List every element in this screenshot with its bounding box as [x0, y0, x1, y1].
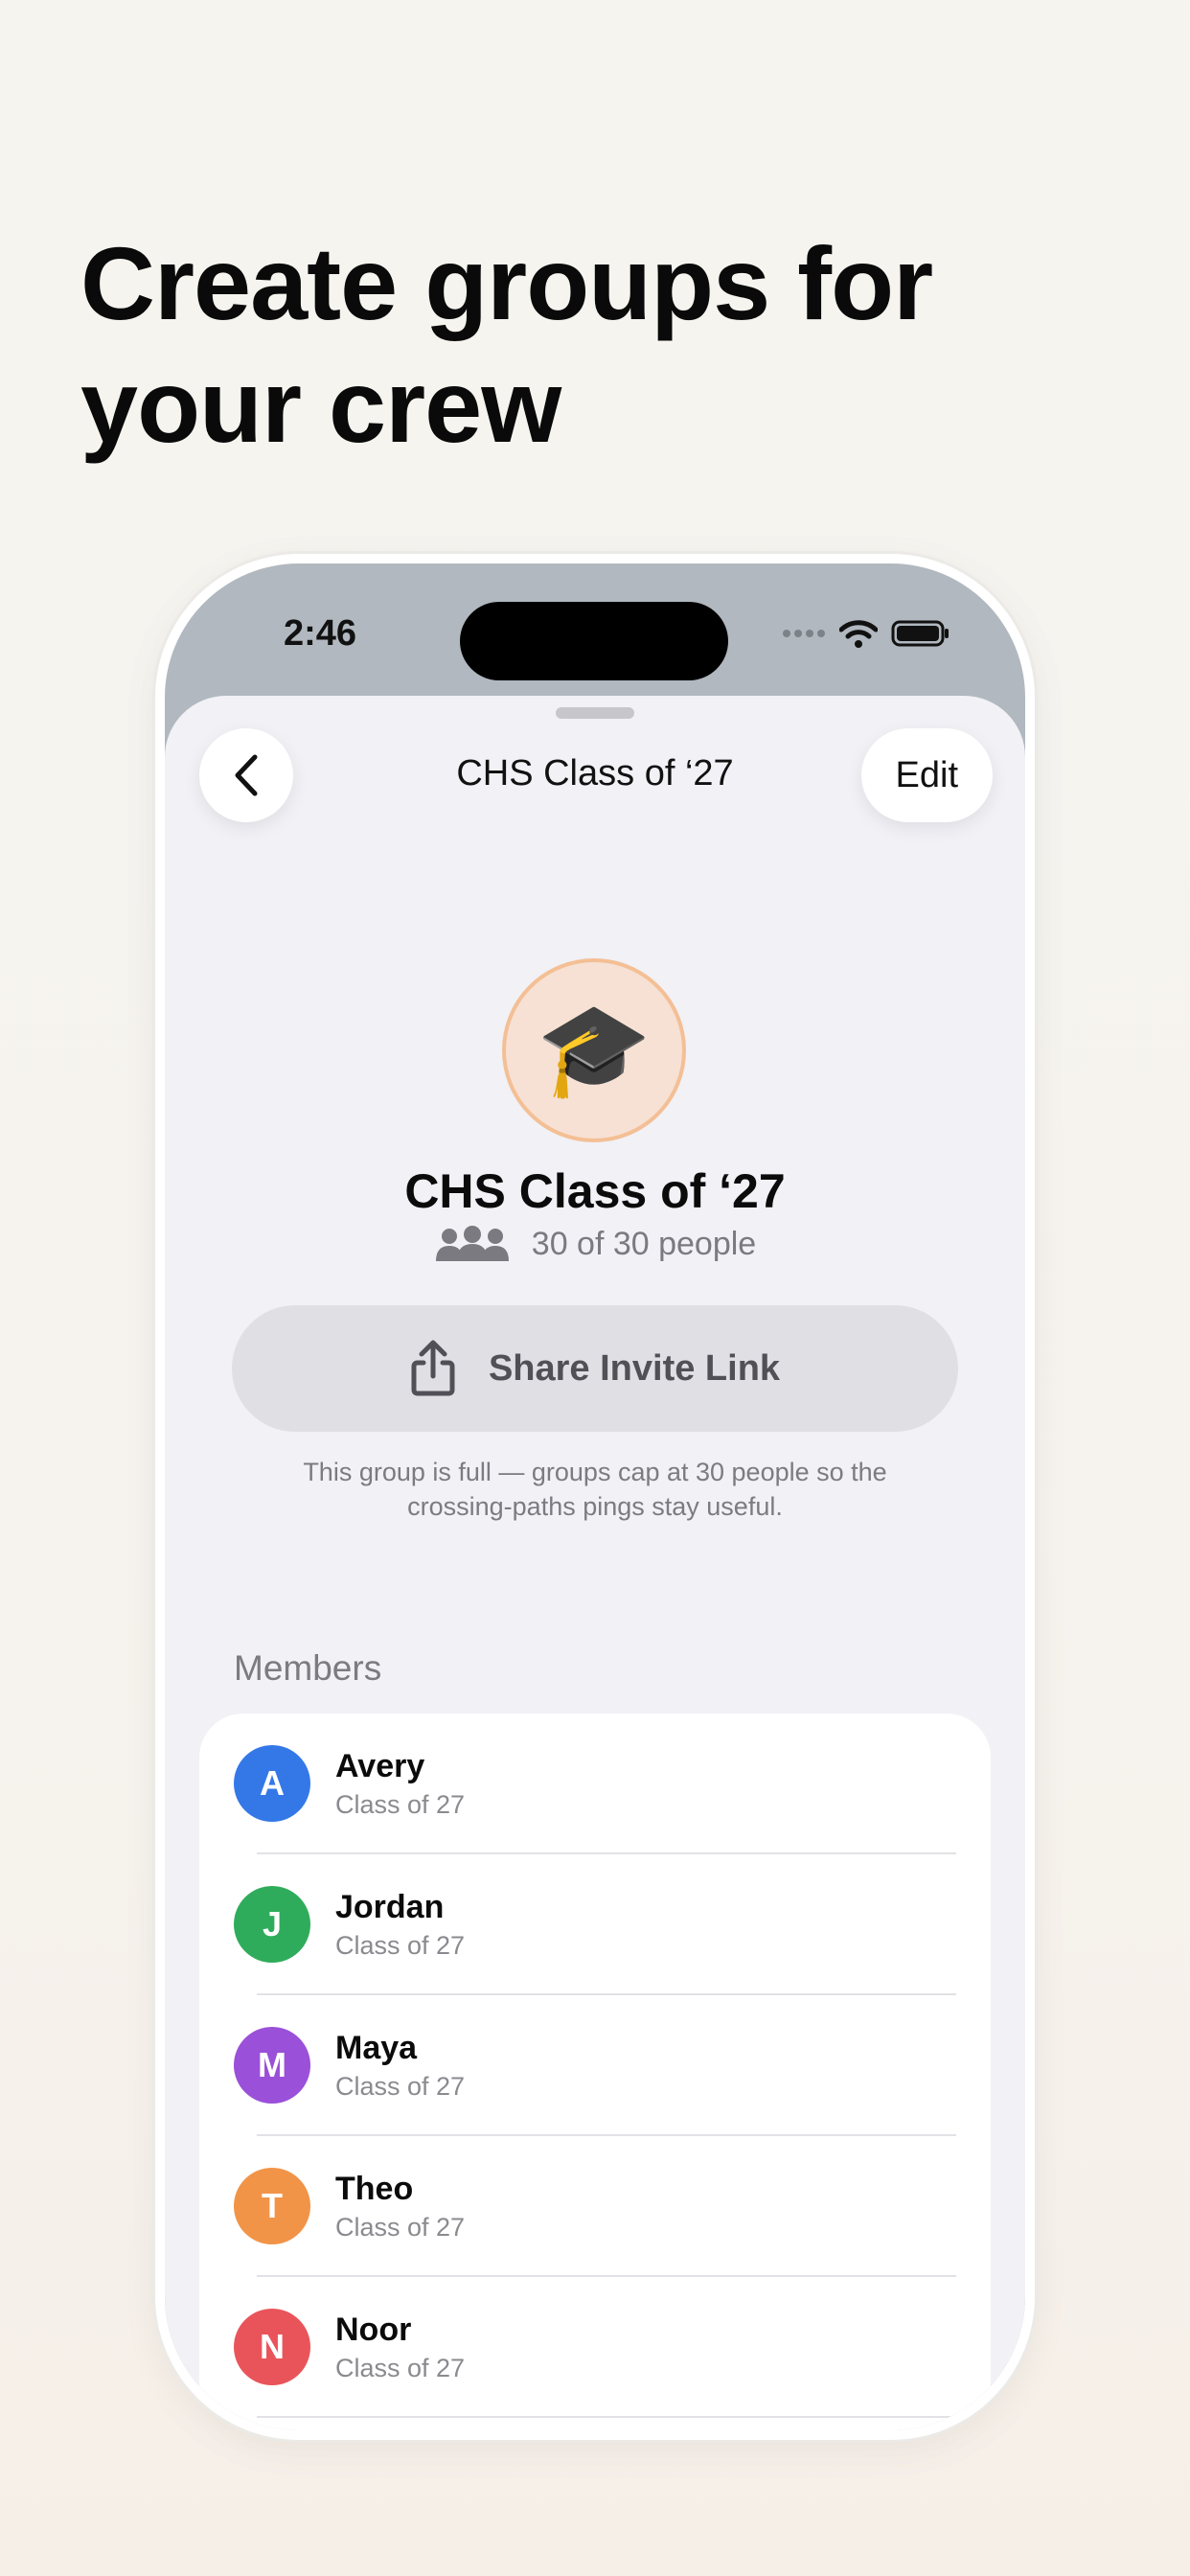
member-row[interactable]: M Maya Class of 27	[199, 1995, 991, 2136]
status-icons	[782, 619, 950, 648]
sheet-grabber[interactable]	[556, 707, 634, 719]
group-count-label: 30 of 30 people	[531, 1225, 757, 1262]
members-list: A Avery Class of 27 J Jordan Class of 27…	[199, 1714, 991, 2430]
group-name: CHS Class of ‘27	[404, 1164, 786, 1218]
graduation-cap-icon: 🎓	[537, 999, 652, 1101]
avatar: M	[234, 2027, 310, 2104]
member-row[interactable]: N Noor Class of 27	[199, 2277, 991, 2418]
member-row[interactable]: T Theo Class of 27	[199, 2136, 991, 2277]
status-time: 2:46	[284, 613, 357, 654]
share-invite-link-label: Share Invite Link	[488, 1347, 781, 1389]
edit-button[interactable]: Edit	[860, 728, 993, 822]
member-name: Jordan	[335, 1889, 445, 1925]
phone-frame: 2:46 CHS Class of ‘27 Edit 🎓 CHS Class o…	[155, 554, 1035, 2440]
dynamic-island	[460, 602, 728, 680]
member-subtitle: Class of 27	[335, 2213, 466, 2242]
divider	[257, 2416, 956, 2418]
member-subtitle: Class of 27	[335, 1790, 466, 1819]
phone-screen: 2:46 CHS Class of ‘27 Edit 🎓 CHS Class o…	[165, 564, 1025, 2430]
battery-icon	[891, 620, 949, 647]
members-section-label: Members	[234, 1648, 382, 1688]
member-name: Avery	[335, 1748, 425, 1784]
avatar: J	[234, 1886, 310, 1963]
avatar: N	[234, 2309, 310, 2385]
member-name: Theo	[335, 2171, 414, 2207]
member-row[interactable]: J Jordan Class of 27	[199, 1854, 991, 1995]
group-detail-sheet: CHS Class of ‘27 Edit 🎓 CHS Class of ‘27…	[165, 696, 1025, 2430]
avatar: A	[234, 1745, 310, 1822]
signal-dots-icon	[783, 630, 825, 637]
member-name: Maya	[335, 2030, 418, 2066]
member-name: Noor	[335, 2312, 412, 2348]
group-full-note: This group is full — groups cap at 30 pe…	[303, 1458, 887, 1521]
avatar: T	[234, 2168, 310, 2244]
group-member-count: 30 of 30 people	[165, 1225, 1025, 1263]
page-headline: Create groups for your crew	[80, 225, 933, 464]
group-avatar[interactable]: 🎓	[502, 958, 686, 1142]
member-subtitle: Class of 27	[335, 2354, 466, 2382]
member-subtitle: Class of 27	[335, 2072, 466, 2101]
wifi-icon	[839, 620, 878, 648]
member-row[interactable]: A Avery Class of 27	[199, 1714, 991, 1854]
member-subtitle: Class of 27	[335, 1931, 466, 1960]
people-icon	[435, 1226, 509, 1261]
share-invite-link-button[interactable]: Share Invite Link	[232, 1305, 958, 1432]
share-icon	[411, 1340, 455, 1396]
